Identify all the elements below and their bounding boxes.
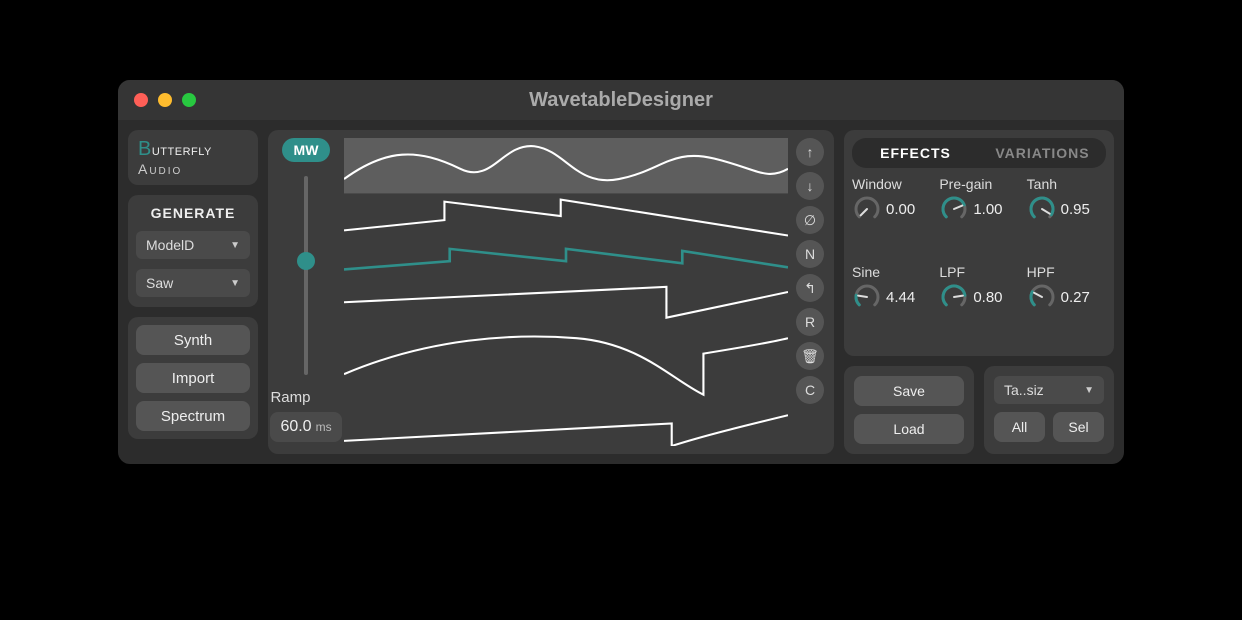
waveform-panel: MW Ramp 60.0 ms <box>268 130 834 454</box>
ramp-unit: ms <box>316 420 332 434</box>
knob-pregain[interactable]: Pre-gain 1.00 <box>939 176 1018 260</box>
waveform-svg <box>344 138 788 446</box>
export-panel: Ta..siz ▼ All Sel <box>984 366 1114 454</box>
content: Butterfly Audio GENERATE ModelD ▼ Saw ▼ … <box>118 120 1124 464</box>
save-button[interactable]: Save <box>854 376 964 406</box>
bottom-row: Save Load Ta..siz ▼ All Sel <box>844 366 1114 454</box>
spectrum-button[interactable]: Spectrum <box>136 401 250 431</box>
trash-icon: 🗑 <box>801 348 819 365</box>
export-sel-button[interactable]: Sel <box>1053 412 1104 442</box>
tabs: EFFECTS VARIATIONS <box>852 138 1106 168</box>
wave-button-column: ↑ ↓ ∅ N ↰ R 🗑 C <box>796 138 826 446</box>
save-panel: Save Load <box>844 366 974 454</box>
export-preset-select[interactable]: Ta..siz ▼ <box>994 376 1104 404</box>
mw-slider-thumb[interactable] <box>297 252 315 270</box>
arrow-up-icon: ↑ <box>807 144 814 160</box>
brand-line1: Butterfly <box>138 138 248 161</box>
normalize-button[interactable]: N <box>796 240 824 268</box>
phase-icon: ∅ <box>804 212 816 229</box>
knob-lpf[interactable]: LPF 0.80 <box>939 264 1018 348</box>
knob-icon <box>852 282 882 312</box>
tab-effects[interactable]: EFFECTS <box>852 138 979 168</box>
ramp-value-field[interactable]: 60.0 ms <box>270 412 341 442</box>
generate-panel: GENERATE ModelD ▼ Saw ▼ <box>128 195 258 307</box>
mw-slider[interactable] <box>304 176 308 375</box>
knob-sine[interactable]: Sine 4.44 <box>852 264 931 348</box>
knob-icon <box>939 194 969 224</box>
tab-variations[interactable]: VARIATIONS <box>979 138 1106 168</box>
mw-badge[interactable]: MW <box>282 138 331 162</box>
synth-button[interactable]: Synth <box>136 325 250 355</box>
knob-grid: Window 0.00 Pre-gain 1.00 Tanh 0.95 Sine… <box>852 176 1106 348</box>
chevron-down-icon: ▼ <box>230 278 240 289</box>
brand-line2: Audio <box>138 161 248 177</box>
mw-column: MW Ramp 60.0 ms <box>276 138 336 446</box>
wave-select[interactable]: Saw ▼ <box>136 269 250 297</box>
knob-icon <box>852 194 882 224</box>
model-select[interactable]: ModelD ▼ <box>136 231 250 259</box>
close-icon[interactable] <box>134 93 148 107</box>
randomize-icon: R <box>805 314 815 330</box>
reverse-button[interactable]: ↰ <box>796 274 824 302</box>
reverse-icon: ↰ <box>804 280 816 297</box>
traffic-lights <box>134 93 196 107</box>
window-title: WavetableDesigner <box>118 89 1124 112</box>
chevron-down-icon: ▼ <box>1084 385 1094 396</box>
waveform-display[interactable] <box>344 138 788 446</box>
arrow-down-icon: ↓ <box>807 178 814 194</box>
import-button[interactable]: Import <box>136 363 250 393</box>
minimize-icon[interactable] <box>158 93 172 107</box>
right-column: EFFECTS VARIATIONS Window 0.00 Pre-gain … <box>844 130 1114 454</box>
wave-select-value: Saw <box>146 275 173 291</box>
model-select-value: ModelD <box>146 237 194 253</box>
knob-hpf[interactable]: HPF 0.27 <box>1027 264 1106 348</box>
move-down-button[interactable]: ↓ <box>796 172 824 200</box>
ramp-column: Ramp 60.0 ms <box>270 389 341 446</box>
knob-window[interactable]: Window 0.00 <box>852 176 931 260</box>
ramp-label: Ramp <box>270 389 341 406</box>
move-up-button[interactable]: ↑ <box>796 138 824 166</box>
left-button-panel: Synth Import Spectrum <box>128 317 258 439</box>
export-all-button[interactable]: All <box>994 412 1045 442</box>
app-window: WavetableDesigner Butterfly Audio GENERA… <box>118 80 1124 464</box>
load-button[interactable]: Load <box>854 414 964 444</box>
brand-panel: Butterfly Audio <box>128 130 258 185</box>
knob-icon <box>1027 194 1057 224</box>
ramp-value: 60.0 <box>280 418 311 436</box>
copy-icon: C <box>805 382 815 398</box>
knob-tanh[interactable]: Tanh 0.95 <box>1027 176 1106 260</box>
normalize-icon: N <box>805 246 815 262</box>
left-column: Butterfly Audio GENERATE ModelD ▼ Saw ▼ … <box>128 130 258 454</box>
effects-panel: EFFECTS VARIATIONS Window 0.00 Pre-gain … <box>844 130 1114 356</box>
phase-button[interactable]: ∅ <box>796 206 824 234</box>
copy-button[interactable]: C <box>796 376 824 404</box>
titlebar: WavetableDesigner <box>118 80 1124 120</box>
knob-icon <box>1027 282 1057 312</box>
randomize-button[interactable]: R <box>796 308 824 336</box>
chevron-down-icon: ▼ <box>230 240 240 251</box>
knob-icon <box>939 282 969 312</box>
generate-label: GENERATE <box>136 205 250 221</box>
delete-button[interactable]: 🗑 <box>796 342 824 370</box>
maximize-icon[interactable] <box>182 93 196 107</box>
